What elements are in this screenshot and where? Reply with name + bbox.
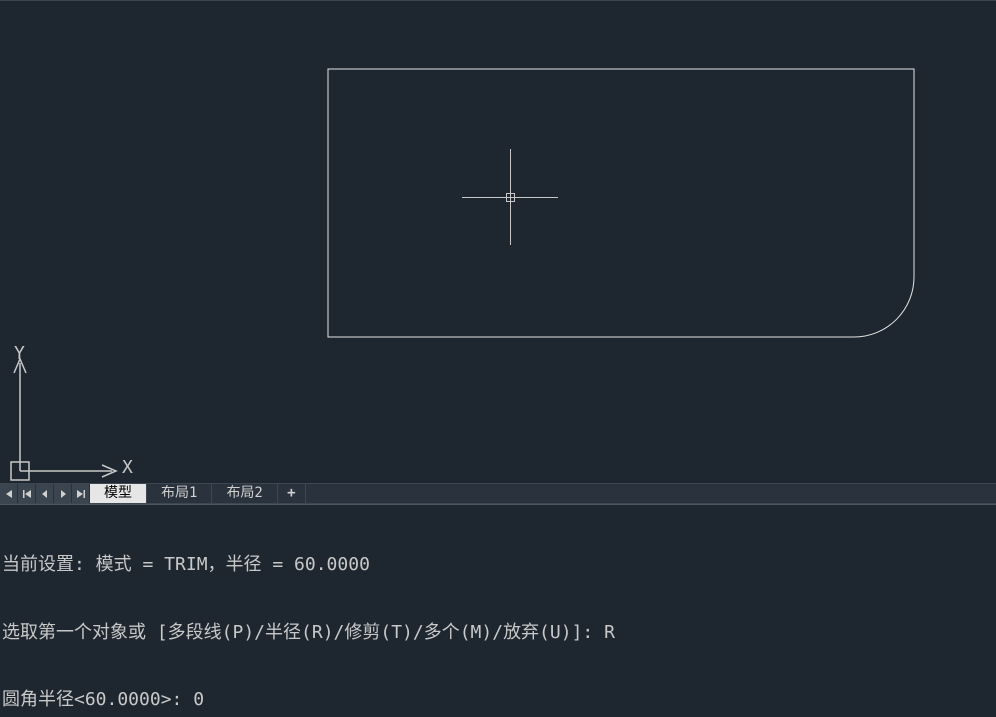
tab-nav-first-button[interactable] [0, 484, 18, 503]
tab-label: 布局2 [226, 485, 262, 501]
tab-nav-next-button[interactable] [54, 484, 72, 503]
tab-layout1[interactable]: 布局1 [147, 484, 212, 503]
tab-layout2[interactable]: 布局2 [212, 484, 277, 503]
tab-label: 模型 [104, 485, 132, 501]
tab-model[interactable]: 模型 [90, 484, 147, 503]
tab-nav-next-end-button[interactable] [72, 484, 90, 503]
tab-label: 布局1 [161, 485, 197, 501]
tab-add-button[interactable]: + [278, 484, 306, 503]
layout-tabstrip: 模型 布局1 布局2 + [0, 483, 996, 504]
command-line: 选取第一个对象或 [多段线(P)/半径(R)/修剪(T)/多个(M)/放弃(U)… [2, 622, 994, 645]
drawing-canvas[interactable]: Y X [0, 0, 996, 483]
tab-nav-prev-button[interactable] [36, 484, 54, 503]
ucs-y-label: Y [14, 343, 25, 364]
tab-nav-prev-end-button[interactable] [18, 484, 36, 503]
command-history-panel[interactable]: 当前设置: 模式 = TRIM，半径 = 60.0000 选取第一个对象或 [多… [0, 504, 996, 717]
plus-icon: + [287, 485, 295, 501]
command-line: 圆角半径<60.0000>: 0 [2, 689, 994, 712]
ucs-icon: Y X [8, 345, 138, 485]
drawing-shape [328, 69, 914, 337]
ucs-x-label: X [122, 457, 133, 478]
command-line: 当前设置: 模式 = TRIM，半径 = 60.0000 [2, 554, 994, 577]
pickbox-icon [506, 193, 515, 202]
